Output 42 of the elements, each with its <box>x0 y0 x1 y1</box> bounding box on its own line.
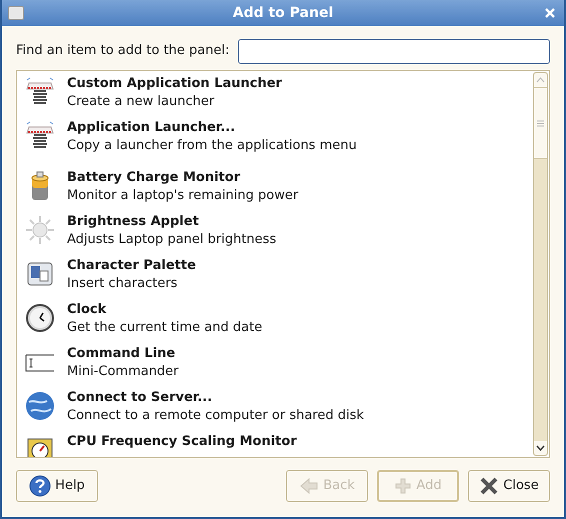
sun-icon <box>23 213 57 247</box>
item-description: Create a new launcher <box>67 93 216 111</box>
item-title: Brightness Applet <box>67 213 200 231</box>
item-title: Command Line <box>67 345 176 363</box>
plus-icon <box>394 477 412 495</box>
item-description: Monitor a laptop's remaining power <box>67 187 298 205</box>
item-title: Battery Charge Monitor <box>67 169 242 187</box>
item-title: Clock <box>67 301 108 319</box>
list-item[interactable]: Character Palette Insert characters <box>17 257 533 301</box>
list-item[interactable]: Custom Application Launcher Create a new launcher <box>17 75 533 119</box>
left-arrow-icon <box>299 476 320 496</box>
item-title: Connect to Server... <box>67 389 214 407</box>
item-description: Adjusts Laptop panel brightness <box>67 231 276 249</box>
clock-icon <box>23 301 57 335</box>
globe-icon <box>23 389 57 423</box>
dialog-button[interactable]: Close <box>468 470 550 502</box>
list-item[interactable]: Brightness Applet Adjusts Laptop panel brightness <box>17 213 533 257</box>
help-icon <box>29 475 52 497</box>
search-label: Find an item to add to the panel: <box>16 42 230 60</box>
item-description: Copy a launcher from the applications menu <box>67 137 357 155</box>
item-title: Custom Application Launcher <box>67 75 282 93</box>
dialog-button[interactable]: Help <box>16 470 98 502</box>
list-item[interactable]: CPU Frequency Scaling Monitor <box>17 433 533 457</box>
item-description: Connect to a remote computer or shared disk <box>67 407 364 425</box>
close-icon <box>479 476 500 496</box>
list-item[interactable]: Clock Get the current time and date <box>17 301 533 345</box>
item-title: CPU Frequency Scaling Monitor <box>67 433 297 451</box>
search-field[interactable] <box>238 38 550 64</box>
list-item[interactable]: Application Launcher... Copy a launcher from the applications menu <box>17 119 533 163</box>
item-title: Character Palette <box>67 257 196 275</box>
item-description: Insert characters <box>67 275 178 293</box>
list-item[interactable]: Battery Charge Monitor Monitor a laptop's remaining power <box>17 169 533 213</box>
list-item[interactable]: Command Line Mini-Commander <box>17 345 533 389</box>
window-title: Add to Panel <box>232 4 334 22</box>
item-description: Get the current time and date <box>67 319 262 337</box>
list-item[interactable]: Connect to Server... Connect to a remote computer or shared disk <box>17 389 533 433</box>
scroll-down-icon[interactable] <box>536 445 545 451</box>
item-description: Mini-Commander <box>67 363 179 381</box>
grip-icon <box>537 120 544 126</box>
scrollbar[interactable] <box>533 72 548 456</box>
item-title: Application Launcher... <box>67 119 236 137</box>
window-menu-icon[interactable] <box>8 6 24 20</box>
